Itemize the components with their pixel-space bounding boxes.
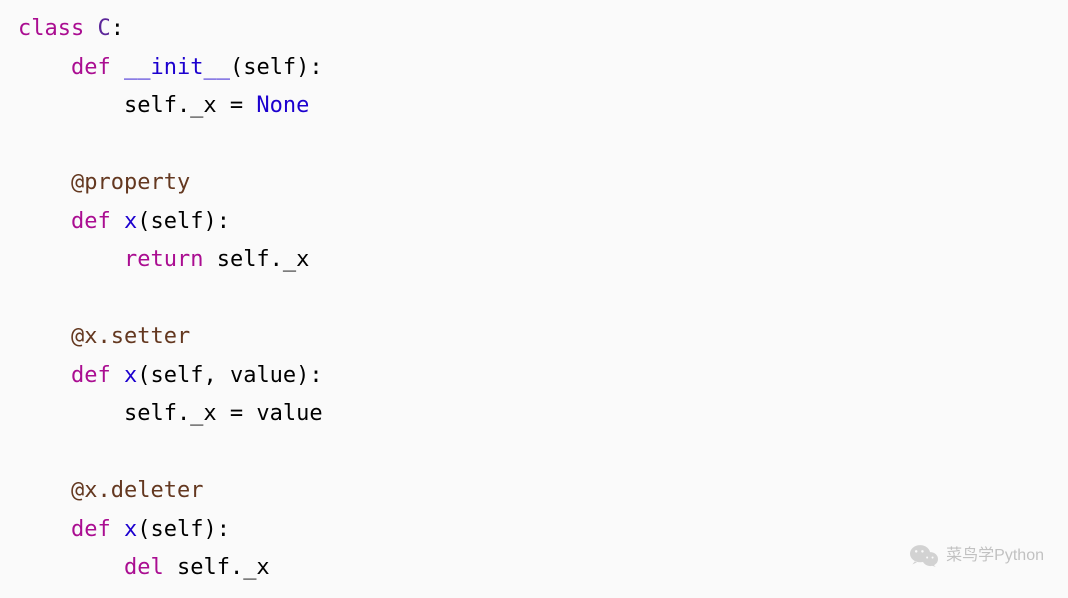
code-content: class C: def __init__(self): self._x = N…: [18, 16, 323, 580]
code-block: class C: def __init__(self): self._x = N…: [0, 0, 1068, 598]
